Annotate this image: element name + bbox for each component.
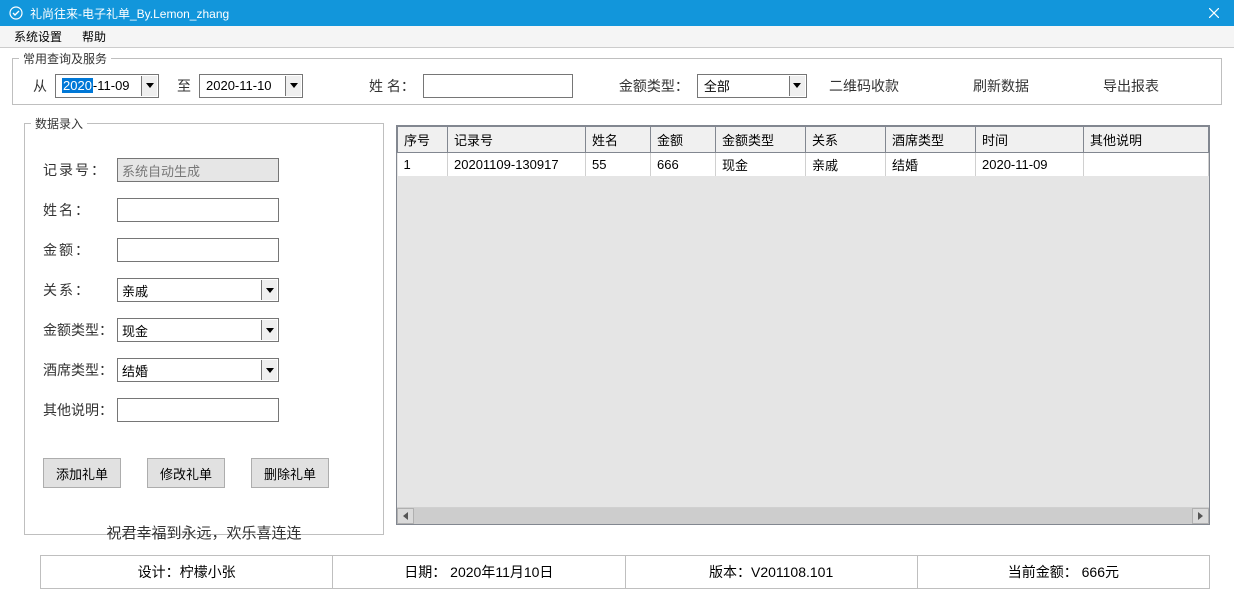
entry-relation-select[interactable]: 亲戚 (117, 278, 279, 302)
menu-help[interactable]: 帮助 (72, 26, 116, 47)
data-entry-group: 数据录入 记录号： 姓名： 金额： 关系： 亲戚 金额类型： 现金 (24, 115, 384, 535)
entry-banquet-type-label: 酒席类型： (43, 360, 117, 380)
entry-other-desc-label: 其他说明： (43, 400, 117, 420)
grid-header-other[interactable]: 其他说明 (1084, 127, 1209, 153)
table-cell: 55 (586, 153, 651, 177)
edit-record-button[interactable]: 修改礼单 (147, 458, 225, 488)
filter-amount-type-dropdown-icon[interactable] (789, 76, 805, 96)
table-row[interactable]: 120201109-13091755666现金亲戚结婚2020-11-09 (398, 153, 1209, 177)
entry-name-label: 姓名： (43, 200, 117, 220)
app-icon (8, 5, 24, 21)
window-title: 礼尚往来-电子礼单_By.Lemon_zhang (30, 5, 1226, 22)
filter-amount-type-select[interactable]: 全部 (697, 74, 807, 98)
entry-amount-input[interactable] (117, 238, 279, 262)
entry-relation-label: 关系： (43, 280, 117, 300)
filter-group: 常用查询及服务 从 2020-11-09 至 2020-11-10 姓 名： 金… (12, 50, 1222, 105)
status-version: 版本：V201108.101 (626, 555, 918, 589)
record-no-input (117, 158, 279, 182)
table-cell (1084, 153, 1209, 177)
entry-banquet-type-value: 结婚 (122, 361, 148, 380)
date-from-dropdown-icon[interactable] (141, 76, 157, 96)
filter-group-legend: 常用查询及服务 (19, 50, 111, 67)
grid-header-seq[interactable]: 序号 (398, 127, 448, 153)
grid-header-recordno[interactable]: 记录号 (448, 127, 586, 153)
entry-amount-type-value: 现金 (122, 321, 148, 340)
entry-amount-type-select[interactable]: 现金 (117, 318, 279, 342)
blessing-text: 祝君幸福到永远，欢乐喜连连 (25, 522, 383, 543)
entry-name-input[interactable] (117, 198, 279, 222)
entry-amount-type-label: 金额类型： (43, 320, 117, 340)
filter-name-input[interactable] (423, 74, 573, 98)
grid-header-banquet-type[interactable]: 酒席类型 (886, 127, 976, 153)
entry-relation-dropdown-icon[interactable] (261, 280, 277, 300)
date-from-input[interactable]: 2020-11-09 (55, 74, 159, 98)
close-button[interactable] (1194, 0, 1234, 26)
entry-banquet-type-select[interactable]: 结婚 (117, 358, 279, 382)
table-cell: 现金 (716, 153, 806, 177)
entry-amount-type-dropdown-icon[interactable] (261, 320, 277, 340)
from-label: 从 (33, 76, 47, 96)
filter-amount-type-label: 金额类型： (619, 76, 689, 96)
to-label: 至 (177, 76, 191, 96)
grid-header-amount-type[interactable]: 金额类型 (716, 127, 806, 153)
menu-bar: 系统设置 帮助 (0, 26, 1234, 48)
status-date: 日期： 2020年11月10日 (333, 555, 625, 589)
table-cell: 20201109-130917 (448, 153, 586, 177)
grid-header-name[interactable]: 姓名 (586, 127, 651, 153)
date-from-year-selected: 2020 (62, 78, 93, 93)
refresh-button[interactable]: 刷新数据 (969, 72, 1033, 100)
entry-amount-label: 金额： (43, 240, 117, 260)
status-current-amount: 当前金额： 666元 (918, 555, 1210, 589)
data-grid[interactable]: 序号 记录号 姓名 金额 金额类型 关系 酒席类型 时间 其他说明 120201… (396, 125, 1210, 525)
entry-other-desc-input[interactable] (117, 398, 279, 422)
table-cell: 结婚 (886, 153, 976, 177)
record-no-label: 记录号： (43, 160, 117, 180)
status-designer: 设计：柠檬小张 (40, 555, 333, 589)
scrollbar-thumb[interactable] (414, 508, 1192, 524)
date-to-input[interactable]: 2020-11-10 (199, 74, 303, 98)
entry-relation-value: 亲戚 (122, 281, 148, 300)
title-bar: 礼尚往来-电子礼单_By.Lemon_zhang (0, 0, 1234, 26)
data-entry-legend: 数据录入 (31, 115, 87, 132)
scroll-left-icon[interactable] (397, 508, 414, 524)
delete-record-button[interactable]: 删除礼单 (251, 458, 329, 488)
status-bar: 设计：柠檬小张 日期： 2020年11月10日 版本：V201108.101 当… (40, 555, 1210, 589)
grid-header-time[interactable]: 时间 (976, 127, 1084, 153)
table-cell: 2020-11-09 (976, 153, 1084, 177)
date-to-dropdown-icon[interactable] (285, 76, 301, 96)
grid-header-relation[interactable]: 关系 (806, 127, 886, 153)
add-record-button[interactable]: 添加礼单 (43, 458, 121, 488)
menu-system-settings[interactable]: 系统设置 (4, 26, 72, 47)
export-button[interactable]: 导出报表 (1099, 72, 1163, 100)
entry-banquet-type-dropdown-icon[interactable] (261, 360, 277, 380)
date-to-value: 2020-11-10 (206, 78, 272, 93)
horizontal-scrollbar[interactable] (397, 507, 1209, 524)
grid-header-amount[interactable]: 金额 (651, 127, 716, 153)
table-cell: 亲戚 (806, 153, 886, 177)
qr-collect-button[interactable]: 二维码收款 (825, 72, 903, 100)
scroll-right-icon[interactable] (1192, 508, 1209, 524)
table-cell: 1 (398, 153, 448, 177)
table-cell: 666 (651, 153, 716, 177)
date-from-rest: -11-09 (93, 78, 130, 93)
filter-name-label: 姓 名： (369, 76, 415, 96)
filter-amount-type-value: 全部 (704, 76, 730, 95)
